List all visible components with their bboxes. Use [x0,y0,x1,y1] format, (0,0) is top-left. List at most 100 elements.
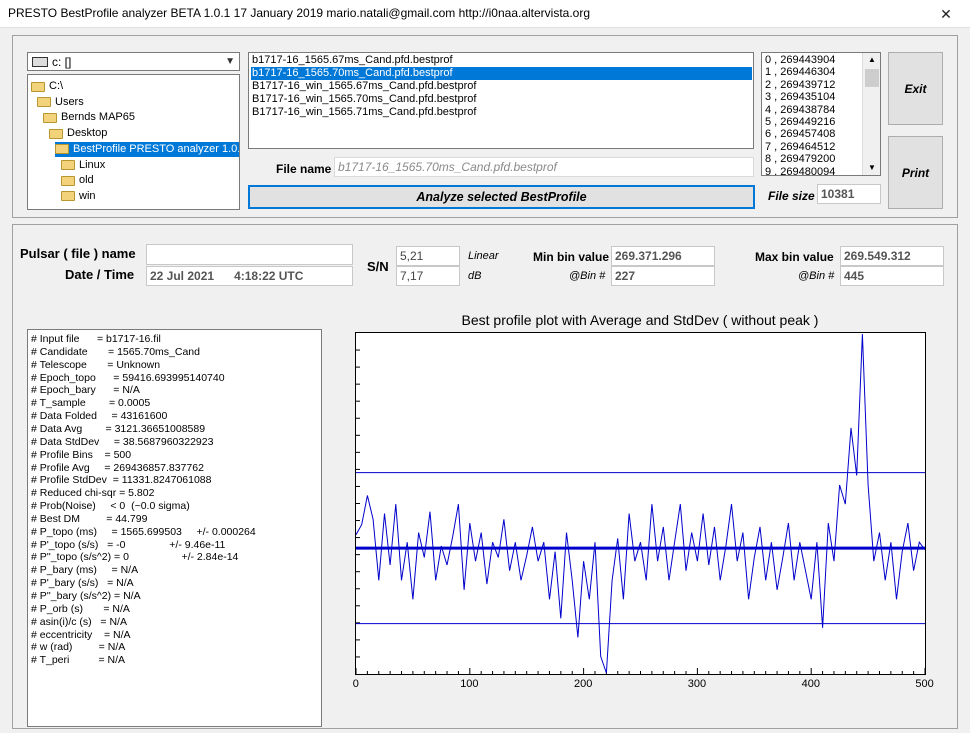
scroll-thumb[interactable] [865,69,879,87]
directory-item[interactable]: Linux [61,158,105,173]
header-line: # Input file = b1717-16.fil [31,333,161,345]
directory-label: Bernds MAP65 [61,111,135,124]
max-bin-index-field: 445 [840,266,944,286]
header-line: # P_topo (ms) = 1565.699503 +/- 0.000264 [31,525,256,538]
header-line: # P''_bary (s/s^2) = N/A [31,590,141,602]
file-item[interactable]: B1717-16_win_1565.67ms_Cand.pfd.bestprof [251,80,752,93]
directory-label: Desktop [67,127,108,140]
directory-item[interactable]: old [61,173,94,188]
folder-icon [61,191,75,202]
header-line: # T_peri = N/A [31,654,126,667]
file-item[interactable]: b1717-16_1565.67ms_Cand.pfd.bestprof [251,54,752,67]
bestprof-header-text: # Input file = b1717-16.fil # Candidate =… [27,329,322,727]
bin-value-item[interactable]: 9 , 269480094 [765,166,835,175]
sn-linear-field: 5,21 [396,246,460,266]
directory-item[interactable]: Desktop [49,126,107,141]
directory-item[interactable]: win [61,189,96,204]
folder-icon [37,97,51,108]
min-bin-index-field: 227 [611,266,715,286]
profile-plot-svg [356,333,925,674]
pulsar-name-label: Pulsar ( file ) name [20,246,136,261]
header-line: # Data Folded = 43161600 [31,410,168,423]
header-line: # Data StdDev = 38.5687960322923 [31,435,214,448]
drive-label: c: [] [52,54,72,69]
bin-value-item[interactable]: 7 , 269464512 [765,141,835,153]
directory-list[interactable]: C:\ Users Bernds MAP65 Desktop BestProfile P… [27,74,240,210]
scroll-down-icon[interactable]: ▼ [863,161,881,175]
folder-icon [61,175,75,186]
directory-item[interactable]: Users [37,95,84,110]
header-line: # Epoch_bary = N/A [31,384,140,397]
bin-value-item[interactable]: 4 , 269438784 [765,104,835,116]
header-line: # Reduced chi-sqr = 5.802 [31,487,155,500]
file-size-label: File size [768,189,815,203]
directory-label: C:\ [49,80,64,92]
datetime-label: Date / Time [65,267,135,282]
folder-icon [31,81,45,92]
bin-value-item[interactable]: 8 , 269479200 [765,153,835,165]
exit-button[interactable]: Exit [888,52,943,125]
folder-icon [43,112,57,123]
max-bin-label: Max bin value [755,250,834,264]
time-value: 4:18:22 UTC [234,269,304,283]
min-bin-label: Min bin value [533,250,610,264]
directory-item[interactable]: Bernds MAP65 [43,110,135,125]
header-line: # P_orb (s) = N/A [31,602,130,615]
date-value: 22 Jul 2021 [150,269,215,283]
header-line: # Data Avg = 3121.36651008589 [31,422,206,435]
file-item[interactable]: b1717-16_1565.70ms_Cand.pfd.bestprof [251,67,752,80]
folder-icon [49,128,63,139]
header-line: # Epoch_topo = 59416.693995140740 [31,371,225,384]
analyze-button[interactable]: Analyze selected BestProfile [248,185,755,209]
bin-value-item[interactable]: 3 , 269435104 [765,91,835,103]
close-button[interactable]: ✕ [922,0,970,28]
sn-label: S/N [367,259,389,274]
bin-value-item[interactable]: 5 , 269449216 [765,116,835,128]
max-bin-value-field: 269.549.312 [840,246,944,266]
profile-series-line [356,333,925,674]
header-line: # P_bary (ms) = N/A [31,564,139,577]
x-tick-label: 500 [915,678,934,690]
profile-plot [355,332,926,675]
header-line: # Profile Bins = 500 [31,448,132,461]
x-tick-label: 400 [801,678,820,690]
header-line: # eccentricity = N/A [31,628,131,641]
header-line: # Telescope = Unknown [31,358,161,371]
bin-value-item[interactable]: 0 , 269443904 [765,54,835,66]
header-line: # asin(i)/c (s) = N/A [31,615,127,628]
x-tick-label: 200 [574,678,593,690]
header-line: # P''_topo (s/s^2) = 0 +/- 2.84e-14 [31,551,239,564]
file-item[interactable]: B1717-16_win_1565.70ms_Cand.pfd.bestprof [251,93,752,106]
x-axis-ticks: 0 100 200 300 400 500 [0,676,970,696]
file-list[interactable]: b1717-16_1565.67ms_Cand.pfd.bestprof b171… [248,52,754,149]
bin-value-item[interactable]: 2 , 269439712 [765,79,835,91]
directory-label: Linux [79,158,106,171]
min-bin-value-field: 269.371.296 [611,246,715,266]
header-line: # w (rad) = N/A [31,641,126,654]
folder-icon [55,144,69,155]
chevron-down-icon[interactable]: ▼ [225,56,235,67]
x-tick-label: 300 [687,678,707,690]
bin-value-item[interactable]: 6 , 269457408 [765,128,835,140]
file-item[interactable]: B1717-16_win_1565.71ms_Cand.pfd.bestprof [251,106,752,119]
bin-values-scrollbar[interactable]: ▲ ▼ [862,53,880,175]
header-line: # Profile Avg = 269436857.837762 [31,461,204,474]
scroll-up-icon[interactable]: ▲ [863,53,881,67]
title-bar: PRESTO BestProfile analyzer BETA 1.0.1 1… [0,0,970,28]
drive-icon [32,56,48,67]
drive-select[interactable]: c: [] ▼ [27,52,240,71]
bin-value-item[interactable]: 1 , 269446304 [765,66,835,78]
header-line: # Best DM = 44.799 [31,512,148,525]
folder-icon [61,160,75,170]
directory-item[interactable]: C:\ [31,79,63,94]
pulsar-name-field [146,244,353,265]
file-name-label: File name [276,162,332,176]
directory-label: Users [55,95,84,108]
x-tick-label: 100 [460,678,479,690]
window-title: PRESTO BestProfile analyzer BETA 1.0.1 1… [8,6,591,20]
file-name-field[interactable]: b1717-16_1565.70ms_Cand.pfd.bestprof [334,157,754,177]
directory-item[interactable]: BestProfile PRESTO analyzer 1.0.1.e [55,141,239,157]
close-icon: ✕ [940,5,952,22]
print-button[interactable]: Print [888,136,943,209]
file-size-field: 10381 [817,184,881,204]
